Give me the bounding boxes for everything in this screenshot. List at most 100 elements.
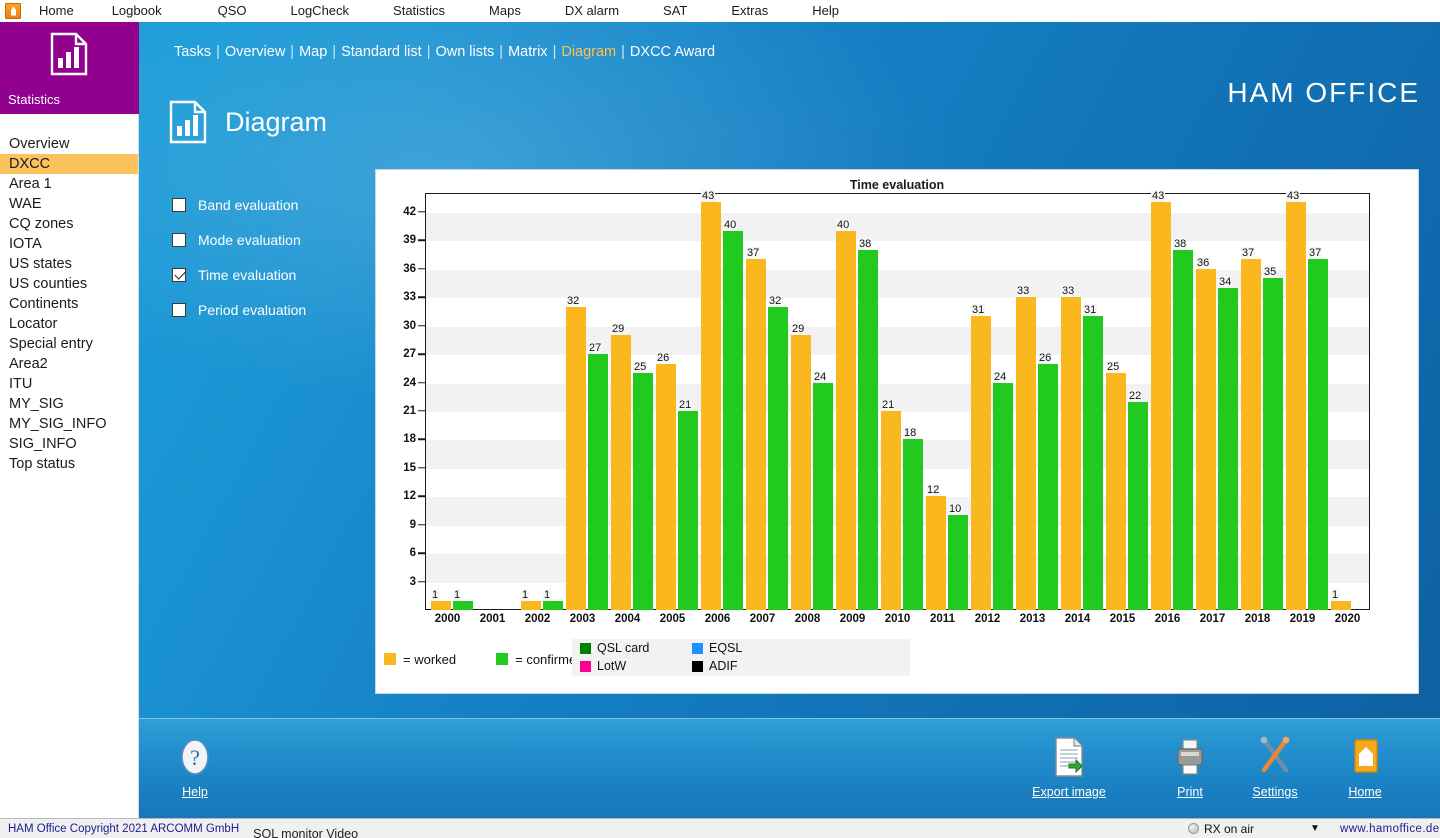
menu-item-extras[interactable]: Extras (723, 0, 776, 22)
bar-value-label: 24 (813, 370, 828, 383)
menu-item-logcheck[interactable]: LogCheck (282, 0, 357, 22)
option-time-evaluation[interactable]: Time evaluation (172, 257, 372, 292)
bar-worked[interactable]: 33 (1016, 285, 1036, 610)
sidebar-item-itu[interactable]: ITU (0, 374, 138, 394)
tab-standard-list[interactable]: Standard list (341, 44, 422, 60)
bar-value-label: 31 (971, 304, 986, 317)
bar-worked[interactable]: 29 (791, 323, 811, 610)
bar-worked[interactable]: 26 (656, 351, 676, 610)
sidebar-item-my-sig-info[interactable]: MY_SIG_INFO (0, 414, 138, 434)
sidebar-item-continents[interactable]: Continents (0, 294, 138, 314)
x-axis-tick-label: 2016 (1154, 613, 1181, 625)
menu-item-logbook[interactable]: Logbook (104, 0, 170, 22)
bar-worked[interactable]: 1 (431, 588, 451, 610)
page-header: Diagram (169, 100, 327, 144)
tab-overview[interactable]: Overview (225, 44, 285, 60)
bar-worked[interactable]: 29 (611, 323, 631, 610)
bar-worked[interactable]: 37 (746, 247, 766, 610)
bar-worked[interactable]: 33 (1061, 285, 1081, 610)
bar-worked[interactable]: 31 (971, 304, 991, 610)
bar-value-label: 37 (1241, 247, 1256, 260)
menu-item-sat[interactable]: SAT (655, 0, 695, 22)
bar-worked[interactable]: 1 (1331, 588, 1351, 610)
sidebar-item-my-sig[interactable]: MY_SIG (0, 394, 138, 414)
menu-item-dx-alarm[interactable]: DX alarm (557, 0, 627, 22)
tab-tasks[interactable]: Tasks (174, 44, 211, 60)
sidebar-item-locator[interactable]: Locator (0, 314, 138, 334)
tab-map[interactable]: Map (299, 44, 327, 60)
rx-on-air-indicator[interactable]: RX on air (1188, 822, 1254, 836)
bar-value-label: 43 (1286, 190, 1301, 203)
bar-value-label: 25 (633, 361, 648, 374)
x-axis-tick-label: 2009 (839, 613, 866, 625)
y-axis-tick-label: 33 (403, 291, 416, 304)
sidebar-item-us-states[interactable]: US states (0, 254, 138, 274)
bar-worked[interactable]: 1 (521, 588, 541, 610)
sidebar-item-dxcc[interactable]: DXCC (0, 154, 138, 174)
bar-worked[interactable]: 43 (701, 190, 721, 610)
bar-worked[interactable]: 43 (1151, 190, 1171, 610)
sidebar-item-area2[interactable]: Area2 (0, 354, 138, 374)
tab-diagram[interactable]: Diagram (561, 44, 616, 60)
menu-item-statistics[interactable]: Statistics (385, 0, 453, 22)
y-axis-tick-label: 36 (403, 262, 416, 275)
bar-worked[interactable]: 36 (1196, 256, 1216, 610)
tab-own-lists[interactable]: Own lists (435, 44, 494, 60)
option-period-evaluation[interactable]: Period evaluation (172, 292, 372, 327)
toolbar-label: Print (1177, 785, 1203, 799)
legend-label: = worked (403, 651, 457, 667)
y-axis-tick-label: 30 (403, 319, 416, 332)
sidebar-item-overview[interactable]: Overview (0, 134, 138, 154)
settings-button[interactable]: Settings (1229, 733, 1321, 799)
home-tile-icon[interactable] (5, 2, 21, 19)
bar-worked[interactable]: 32 (566, 294, 586, 610)
home-button[interactable]: Home (1319, 733, 1411, 799)
sidebar-item-us-counties[interactable]: US counties (0, 274, 138, 294)
menu-item-qso[interactable]: QSO (210, 0, 255, 22)
sidebar-item-wae[interactable]: WAE (0, 194, 138, 214)
y-axis-tick-mark (418, 523, 425, 526)
y-axis-tick-label: 39 (403, 234, 416, 247)
checkbox-time-evaluation[interactable] (172, 267, 186, 282)
bar-worked[interactable]: 37 (1241, 247, 1261, 610)
bar-worked[interactable]: 43 (1286, 190, 1306, 610)
bar-worked[interactable]: 25 (1106, 361, 1126, 610)
y-axis-tick-mark (418, 296, 425, 298)
bar-chart-document-icon (50, 32, 88, 76)
print-button[interactable]: Print (1144, 733, 1236, 799)
checkbox-period-evaluation[interactable] (172, 302, 186, 317)
option-mode-evaluation[interactable]: Mode evaluation (172, 222, 372, 257)
y-axis-tick-label: 42 (403, 205, 416, 218)
sidebar-item-top-status[interactable]: Top status (0, 454, 138, 474)
help-button[interactable]: ? Help (149, 733, 241, 799)
bar-worked[interactable]: 21 (881, 398, 901, 610)
option-band-evaluation[interactable]: Band evaluation (172, 187, 372, 222)
x-axis-tick-label: 2000 (434, 613, 461, 625)
diagram-chart-panel: Time evaluation 3 6 9 12 15 18 21 24 27 30 33 36 39 4… (375, 169, 1419, 694)
sidebar-item-area-1[interactable]: Area 1 (0, 174, 138, 194)
bar-worked[interactable]: 40 (836, 218, 856, 610)
menu-item-home[interactable]: Home (31, 0, 82, 22)
sol-monitor-text[interactable]: SOL monitor Video (253, 827, 358, 838)
checkbox-mode-evaluation[interactable] (172, 232, 186, 247)
chevron-down-icon[interactable]: ▼ (1310, 823, 1320, 834)
tab-matrix[interactable]: Matrix (508, 44, 547, 60)
toolbar-label: Settings (1252, 785, 1298, 799)
y-axis-tick-mark (418, 495, 425, 498)
sidebar-item-sig-info[interactable]: SIG_INFO (0, 434, 138, 454)
legend-label: ADIF (709, 659, 738, 673)
bar-worked[interactable]: 12 (926, 484, 946, 610)
sidebar-item-cq-zones[interactable]: CQ zones (0, 214, 138, 234)
legend-swatch-confirmed (496, 653, 509, 665)
chart-bars-layer: 1 1 1 1 32 27 29 25 26 21 43 40 37 32 29 24 40 38 21 18 12 10… (425, 190, 1370, 610)
menu-item-help[interactable]: Help (804, 0, 847, 22)
menu-item-maps[interactable]: Maps (481, 0, 529, 22)
export-image-button[interactable]: Export image (1014, 733, 1124, 799)
sidebar-item-iota[interactable]: IOTA (0, 234, 138, 254)
website-link[interactable]: www.hamoffice.de (1340, 823, 1440, 835)
statistics-module-tile[interactable]: Statistics (0, 22, 139, 114)
checkbox-band-evaluation[interactable] (172, 197, 186, 212)
sidebar-item-special-entry[interactable]: Special entry (0, 334, 138, 354)
bar-value-label: 32 (566, 294, 581, 307)
tab-dxcc-award[interactable]: DXCC Award (630, 44, 715, 60)
